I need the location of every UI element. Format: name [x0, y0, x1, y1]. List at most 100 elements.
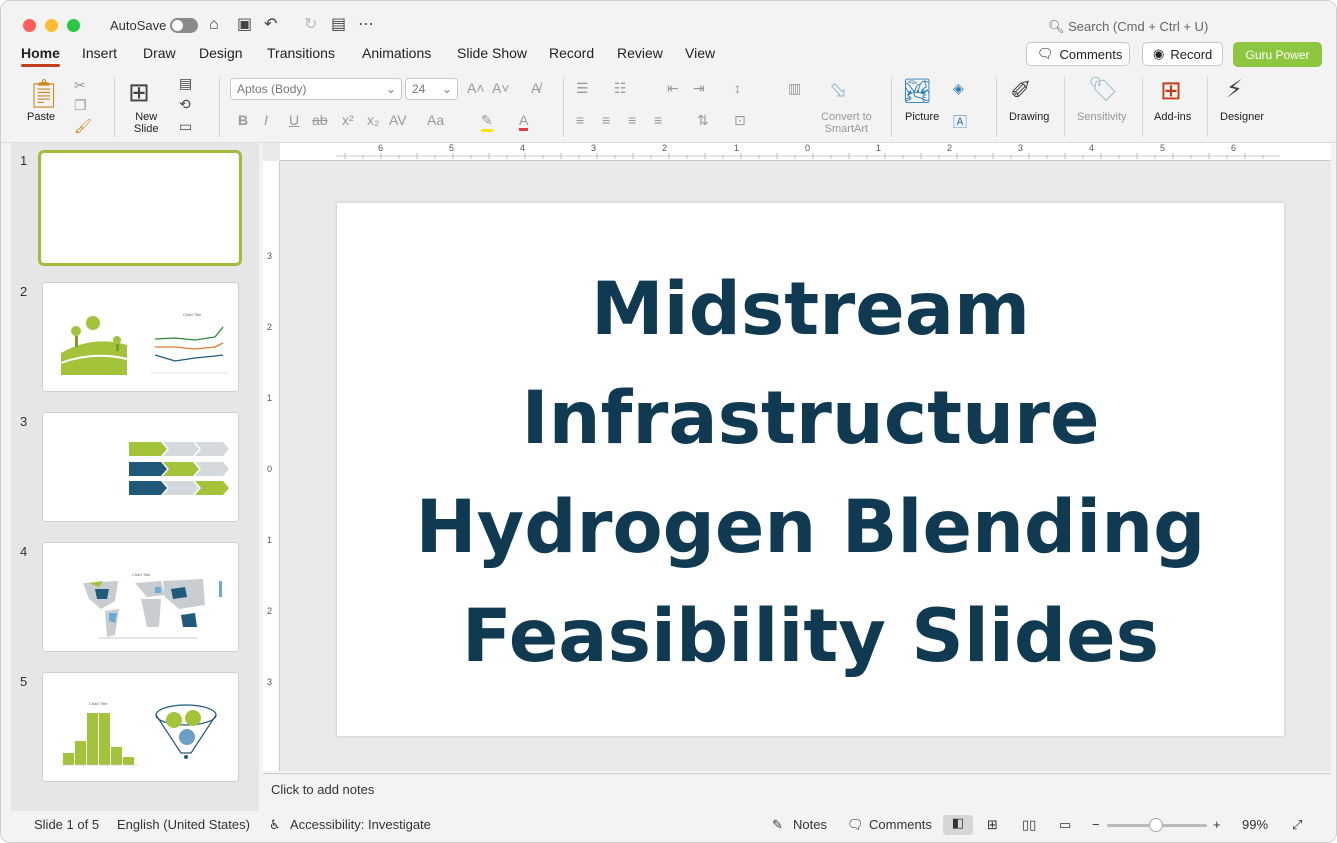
accessibility-icon[interactable]: ♿︎ — [269, 817, 281, 833]
comments-button[interactable]: 🗨︎ Comments — [1026, 42, 1130, 66]
picture-icon[interactable]: 🏞︎ — [902, 77, 932, 106]
designer-icon[interactable]: ⚡ — [1226, 75, 1243, 104]
customize-icon[interactable]: ▤ — [331, 15, 346, 35]
change-case-icon[interactable]: Aa — [427, 112, 444, 128]
notes-button[interactable]: Notes — [793, 817, 827, 832]
drawing-icon[interactable]: ✐ — [1010, 75, 1032, 106]
accessibility-status[interactable]: Accessibility: Investigate — [290, 817, 431, 832]
paste-label[interactable]: Paste — [27, 111, 55, 123]
font-name-select[interactable]: Aptos (Body) ⌄ — [230, 78, 402, 100]
sensitivity-label[interactable]: Sensitivity — [1077, 111, 1127, 123]
tab-review[interactable]: Review — [617, 45, 663, 61]
line-spacing-icon[interactable]: ↕ — [734, 80, 741, 96]
tab-record[interactable]: Record — [549, 45, 594, 61]
slide-canvas[interactable]: Midstream Infrastructure Hydrogen Blendi… — [337, 203, 1284, 736]
font-size-select[interactable]: 24 ⌄ — [405, 78, 458, 100]
reading-view-icon[interactable]: ▯▯ — [1022, 817, 1036, 833]
paste-icon[interactable]: 📋︎ — [26, 77, 62, 110]
zoom-slider-handle[interactable] — [1149, 818, 1163, 832]
slide-thumbnail-2[interactable]: Chart Title — [42, 282, 239, 392]
layout-icon[interactable]: ▤ — [179, 75, 192, 92]
home-icon[interactable]: ⌂ — [209, 15, 219, 35]
justify-icon[interactable]: ≡ — [654, 112, 662, 128]
addins-label[interactable]: Add-ins — [1154, 111, 1191, 123]
close-icon[interactable] — [23, 19, 36, 32]
tab-animations[interactable]: Animations — [362, 45, 431, 61]
bullets-icon[interactable]: ☰ — [576, 80, 589, 97]
comments-status-button[interactable]: Comments — [869, 817, 932, 832]
addins-icon[interactable]: ⊞ — [1160, 75, 1182, 106]
shapes-icon[interactable]: ◈ — [953, 80, 964, 97]
slide-thumbnail-1[interactable] — [38, 150, 242, 266]
tab-draw[interactable]: Draw — [143, 45, 176, 61]
numbering-icon[interactable]: ☷ — [614, 80, 627, 97]
slide-title[interactable]: Midstream Infrastructure Hydrogen Blendi… — [337, 255, 1284, 691]
columns-icon[interactable]: ▥ — [788, 80, 801, 97]
textbox-icon[interactable]: 🄰 — [953, 112, 967, 132]
highlight-icon[interactable]: ✎ — [481, 112, 493, 132]
font-color-icon[interactable]: A — [519, 112, 529, 131]
format-painter-icon[interactable]: 🖌︎ — [74, 118, 92, 135]
fit-slide-icon[interactable]: ⤢ — [1292, 817, 1302, 833]
tab-transitions[interactable]: Transitions — [267, 45, 335, 61]
clear-format-icon[interactable]: A̸ — [531, 80, 540, 96]
shrink-font-icon[interactable]: A˅ — [492, 80, 510, 96]
record-button[interactable]: ◉ Record — [1142, 42, 1223, 66]
align-left-icon[interactable]: ≡ — [576, 112, 584, 128]
zoom-icon[interactable] — [67, 19, 80, 32]
superscript-icon[interactable]: x² — [342, 112, 354, 128]
underline-icon[interactable]: U — [289, 112, 299, 128]
guru-power-button[interactable]: Guru Power — [1233, 42, 1322, 67]
tab-design[interactable]: Design — [199, 45, 243, 61]
align-right-icon[interactable]: ≡ — [628, 112, 636, 128]
notes-pane[interactable]: Click to add notes — [263, 773, 1331, 809]
tab-insert[interactable]: Insert — [82, 45, 117, 61]
autosave-toggle[interactable] — [170, 18, 198, 33]
slideshow-icon[interactable]: ▭ — [1059, 817, 1071, 833]
align-text-icon[interactable]: ⊡ — [734, 112, 746, 129]
redo-icon[interactable]: ↻ — [304, 15, 317, 35]
slide-thumbnail-4[interactable]: Chart Title — [42, 542, 239, 652]
slide-thumbnail-5[interactable]: Chart Title — [42, 672, 239, 782]
bold-icon[interactable]: B — [238, 112, 248, 128]
slide-thumbnail-3[interactable] — [42, 412, 239, 522]
search-input[interactable]: 🔍︎ Search (Cmd + Ctrl + U) — [1048, 19, 1208, 35]
subscript-icon[interactable]: x₂ — [367, 112, 379, 128]
tab-slide-show[interactable]: Slide Show — [457, 45, 527, 61]
indent-icon[interactable]: ⇥ — [693, 80, 705, 97]
comments-status-icon[interactable]: 🗨︎ — [847, 817, 864, 833]
section-icon[interactable]: ▭ — [179, 118, 192, 135]
strikethrough-icon[interactable]: ab — [312, 112, 328, 128]
tab-view[interactable]: View — [685, 45, 715, 61]
align-center-icon[interactable]: ≡ — [602, 112, 610, 128]
language-status[interactable]: English (United States) — [117, 817, 250, 832]
new-slide-icon[interactable]: ⊞ — [128, 77, 150, 108]
save-icon[interactable]: ▣ — [237, 15, 252, 35]
undo-icon[interactable]: ↶ — [264, 15, 277, 35]
grow-font-icon[interactable]: A˄ — [467, 80, 485, 96]
reset-icon[interactable]: ⟲ — [179, 96, 191, 113]
minimize-icon[interactable] — [45, 19, 58, 32]
new-slide-label[interactable]: New Slide — [134, 111, 158, 135]
italic-icon[interactable]: I — [264, 112, 268, 128]
normal-view-icon[interactable]: ◧ — [943, 815, 973, 835]
designer-label[interactable]: Designer — [1220, 111, 1264, 123]
drawing-label[interactable]: Drawing — [1009, 111, 1049, 123]
copy-icon[interactable]: ❐ — [74, 97, 87, 114]
more-icon[interactable]: ⋯ — [358, 15, 374, 35]
zoom-in-icon[interactable]: + — [1213, 817, 1221, 832]
notes-placeholder[interactable]: Click to add notes — [271, 782, 374, 797]
tab-home[interactable]: Home — [21, 45, 60, 67]
sensitivity-icon[interactable]: 🏷︎ — [1088, 75, 1118, 104]
smartart-label[interactable]: Convert to SmartArt — [821, 111, 872, 135]
zoom-level[interactable]: 99% — [1242, 817, 1268, 832]
slide-sorter-icon[interactable]: ⊞ — [987, 817, 998, 833]
zoom-out-icon[interactable]: − — [1092, 817, 1100, 832]
text-direction-icon[interactable]: ⇅ — [697, 112, 709, 129]
smartart-icon[interactable]: ⬂ — [829, 77, 847, 103]
cut-icon[interactable]: ✂ — [74, 77, 86, 94]
outdent-icon[interactable]: ⇤ — [667, 80, 679, 97]
notes-icon[interactable]: ✎ — [772, 817, 783, 833]
char-spacing-icon[interactable]: AV — [389, 112, 407, 128]
picture-label[interactable]: Picture — [905, 111, 939, 123]
